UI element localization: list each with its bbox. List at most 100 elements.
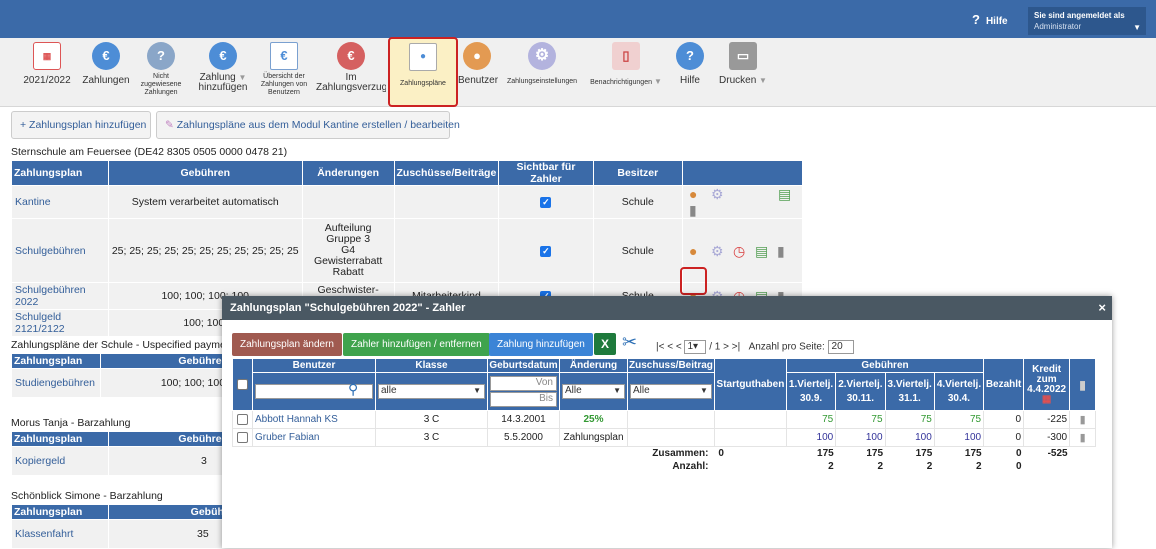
user-icon[interactable]: ● <box>689 186 705 202</box>
page-select[interactable]: 1▾ <box>684 340 707 354</box>
plan-link[interactable]: Klassenfahrt <box>11 519 109 549</box>
money-bag-clock-icon: € <box>337 42 365 70</box>
chevron-down-icon: ▼ <box>238 73 247 82</box>
plan-link[interactable]: Schulgeld 2121/2122 <box>11 309 109 337</box>
q4-date: 30.4. <box>947 392 971 404</box>
payer-link[interactable]: Gruber Fabian <box>252 428 376 447</box>
plan-link[interactable]: Schulgebühren <box>11 218 109 283</box>
select-all-checkbox[interactable] <box>237 378 248 390</box>
add-remove-payers-button[interactable]: Zahler hinzufügen / entfernen <box>343 333 490 356</box>
payer-birth: 14.3.2001 <box>487 410 560 429</box>
subsidy-filter-select[interactable]: Alle ▼ <box>630 384 712 399</box>
help-link[interactable]: ? Hilfe <box>972 12 1008 27</box>
gear-icon[interactable]: ⚙ <box>711 243 727 259</box>
change-filter-select[interactable]: Alle ▼ <box>562 384 625 399</box>
toolbar-payment-settings[interactable]: ⚙ Zahlungseinstellungen <box>502 42 582 86</box>
pager-prev[interactable]: |< < < <box>656 342 682 353</box>
clock-icon[interactable]: ◷ <box>733 243 749 259</box>
search-icon[interactable]: ⚲ <box>348 381 358 398</box>
payer-link[interactable]: Abbott Hannah KS <box>252 410 376 429</box>
unassigned-label-3: Zahlungen <box>144 89 178 96</box>
toolbar-overview[interactable]: € Übersicht der Zahlungen von Benutzern <box>258 42 310 97</box>
count-label: Anzahl: <box>672 460 709 472</box>
calendar-icon[interactable]: ▦ <box>1042 394 1051 405</box>
q1-value: 100 <box>785 428 837 447</box>
plan-link[interactable]: Kantine <box>11 185 109 219</box>
sum-q1: 175 <box>817 447 834 459</box>
edit-icon: ✎ <box>165 119 174 131</box>
birth-to-input[interactable]: Bis <box>490 392 557 407</box>
subsidy-filter-value: Alle <box>633 385 650 396</box>
trash-icon[interactable]: ▮ <box>1080 432 1086 444</box>
document-add-icon[interactable]: ▤ <box>778 186 794 202</box>
toolbar-payment-plans[interactable]: ● Zahlungspläne <box>388 37 458 107</box>
gear-icon[interactable]: ⚙ <box>711 186 727 202</box>
plan-link[interactable]: Studiengebühren <box>11 368 101 398</box>
count-paid: 0 <box>1016 460 1022 472</box>
chevron-down-icon: ▼ <box>700 386 708 395</box>
toolbar-print[interactable]: ▭ Drucken ▼ <box>716 42 770 86</box>
toolbar-unassigned-payments[interactable]: ? Nicht zugewiesene Zahlungen <box>136 42 186 97</box>
plan-link[interactable]: Kopiergeld <box>11 446 109 476</box>
credit-value: -300 <box>1023 428 1071 447</box>
user-icon[interactable]: ● <box>689 243 705 259</box>
q4-header: 4.Viertelj. <box>936 378 982 390</box>
excel-export-icon[interactable]: X <box>594 333 616 355</box>
plan-link[interactable]: Schulgebühren 2022 <box>11 282 109 310</box>
toolbar-overdue[interactable]: € Im Zahlungsverzug <box>316 42 386 93</box>
help-icon: ? <box>972 12 980 27</box>
toolbar-help[interactable]: ? Hilfe <box>672 42 708 86</box>
notifications-label: Benachrichtigungen <box>590 79 652 86</box>
col-subsidies: Zuschüsse/Beiträge <box>393 160 500 186</box>
document-add-icon[interactable]: ▤ <box>755 243 771 259</box>
highlight-frame <box>680 267 707 295</box>
tools-icon[interactable]: ✂ <box>622 332 637 353</box>
q2-header: 2.Viertelj. <box>838 378 883 390</box>
visible-checkbox[interactable]: ✓ <box>540 245 552 257</box>
col-birth: Geburtsdatum <box>487 358 560 373</box>
col-fees: Gebühr <box>108 504 231 520</box>
col-plan: Zahlungsplan <box>11 353 101 369</box>
dialog-title: Zahlungsplan "Schulgebühren 2022" - Zahl… <box>230 302 466 314</box>
credit-label: Kredit zum 4.4.2022 <box>1027 363 1067 395</box>
toolbar-users[interactable]: ● Benutzer <box>458 42 499 86</box>
payer-change: 25% <box>559 410 628 429</box>
pager-next[interactable]: > >| <box>723 342 740 353</box>
per-page-input[interactable]: 20 <box>827 340 854 354</box>
plan-owner: Schule <box>592 218 683 283</box>
overview-label-2: Zahlungen von <box>260 81 308 88</box>
sum-credit: -525 <box>1047 447 1068 459</box>
change-plan-button[interactable]: Zahlungsplan ändern <box>232 333 342 356</box>
q2-date: 30.11. <box>846 392 874 404</box>
trash-icon[interactable]: ▮ <box>689 202 705 218</box>
trash-icon[interactable]: ▮ <box>777 243 793 259</box>
count-q4: 2 <box>976 460 982 472</box>
payments-label: Zahlungen <box>82 75 130 86</box>
add-payment-button[interactable]: Zahlung hinzufügen <box>489 333 593 356</box>
payer-birth: 5.5.2000 <box>487 428 560 447</box>
trash-icon[interactable]: ▮ <box>1079 378 1086 392</box>
sum-q4: 175 <box>964 447 982 459</box>
plan-changes <box>301 185 395 219</box>
canteen-plans-button[interactable]: ✎ Zahlungspläne aus dem Modul Kantine er… <box>156 111 460 139</box>
class-filter-select[interactable]: alle ▼ <box>378 384 485 399</box>
ledger-icon: € <box>270 42 298 70</box>
year-selector[interactable]: ▦ 2021/2022 <box>18 42 76 86</box>
toolbar-add-payment[interactable]: € Zahlung ▼ hinzufügen <box>192 42 254 93</box>
users-label: Benutzer <box>458 75 499 86</box>
row-checkbox[interactable] <box>237 431 248 443</box>
close-icon[interactable]: × <box>1098 296 1106 320</box>
toolbar-payments[interactable]: € Zahlungen <box>82 42 130 86</box>
account-menu[interactable]: Sie sind angemeldet als Administrator ▼ <box>1028 7 1146 35</box>
trash-icon[interactable]: ▮ <box>1080 414 1086 426</box>
birth-from-input[interactable]: Von <box>490 376 557 391</box>
col-fees: Gebühren <box>108 431 231 447</box>
col-change: Änderung <box>559 358 628 373</box>
calendar-icon: ▦ <box>33 42 61 70</box>
visible-checkbox[interactable]: ✓ <box>540 197 552 208</box>
payer-class: 3 C <box>375 428 488 447</box>
row-checkbox[interactable] <box>237 413 248 425</box>
add-payment-plan-button[interactable]: + Zahlungsplan hinzufügen <box>11 111 151 139</box>
table-row: Kopiergeld 3 <box>11 446 231 476</box>
toolbar-notifications[interactable]: ▯ Benachrichtigungen ▼ <box>586 42 666 87</box>
